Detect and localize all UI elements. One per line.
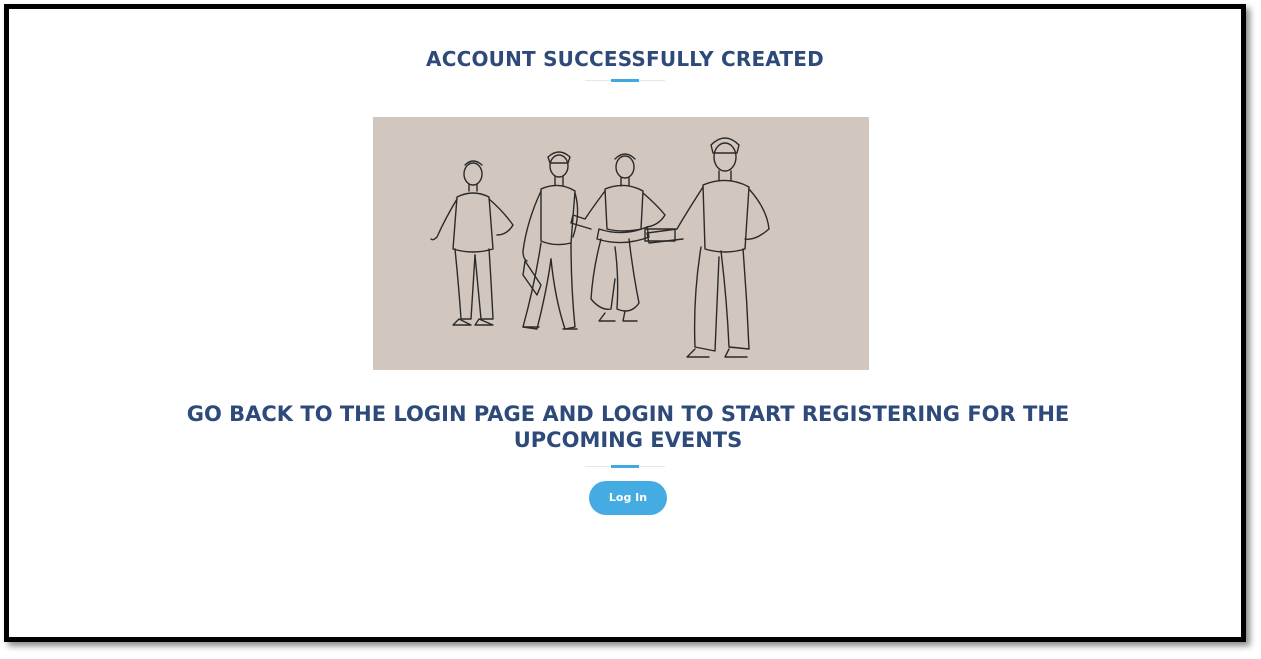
main-content: ACCOUNT SUCCESSFULLY CREATED GO BACK TO …: [9, 9, 1241, 637]
login-button[interactable]: Log In: [589, 481, 667, 515]
message-divider: [585, 465, 665, 468]
page-frame: ACCOUNT SUCCESSFULLY CREATED GO BACK TO …: [4, 4, 1246, 642]
instruction-message: GO BACK TO THE LOGIN PAGE AND LOGIN TO S…: [186, 402, 1070, 452]
illustration-image: [373, 117, 869, 370]
page-title: ACCOUNT SUCCESSFULLY CREATED: [426, 47, 824, 71]
message-divider-accent: [611, 465, 639, 468]
title-divider-accent: [611, 79, 639, 82]
title-divider: [585, 79, 665, 82]
